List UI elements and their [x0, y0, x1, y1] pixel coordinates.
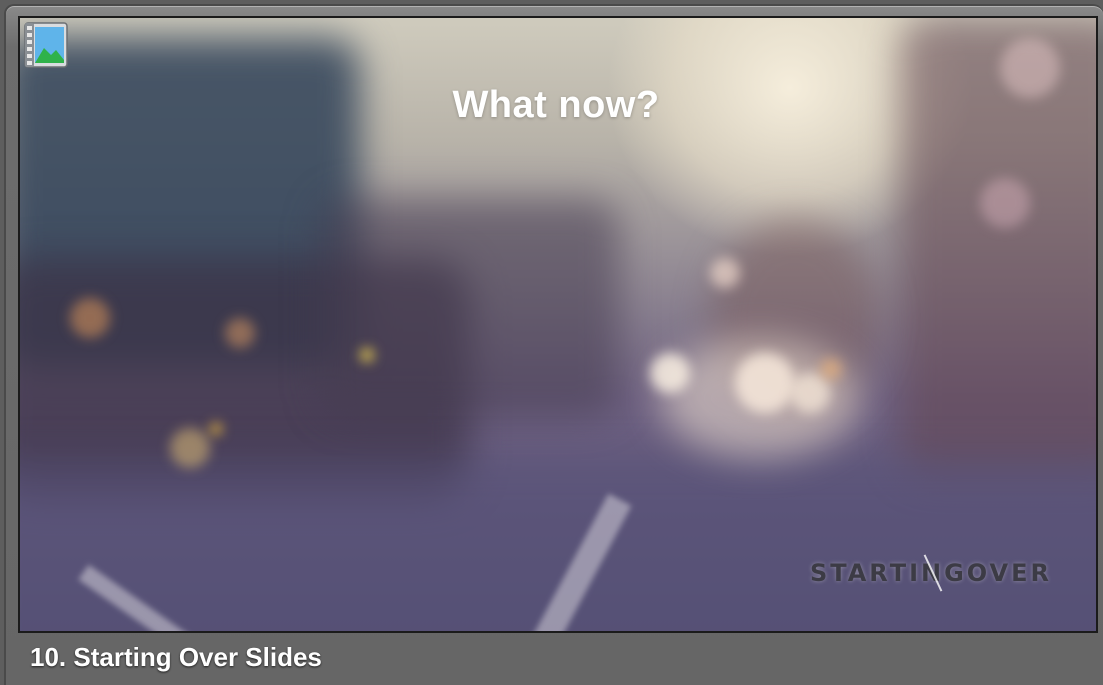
- bokeh-light: [70, 298, 110, 338]
- bokeh-light: [650, 353, 690, 393]
- bokeh-light: [735, 353, 795, 413]
- bokeh-light: [790, 373, 830, 413]
- background-building-mid: [320, 198, 620, 418]
- bokeh-light: [225, 318, 255, 348]
- bokeh-light: [360, 348, 374, 362]
- slide-headline: What now?: [452, 84, 660, 126]
- bokeh-light: [210, 423, 222, 435]
- bokeh-light: [170, 428, 210, 468]
- starting-over-logo: STARTINGOVER: [810, 554, 1052, 592]
- slide-preview[interactable]: What now? STARTINGOVER: [18, 16, 1098, 633]
- bokeh-light: [710, 258, 740, 288]
- image-media-icon: [24, 22, 68, 68]
- slide-caption: 10. Starting Over Slides: [30, 642, 322, 672]
- bokeh-light: [820, 358, 842, 380]
- bokeh-light: [980, 178, 1030, 228]
